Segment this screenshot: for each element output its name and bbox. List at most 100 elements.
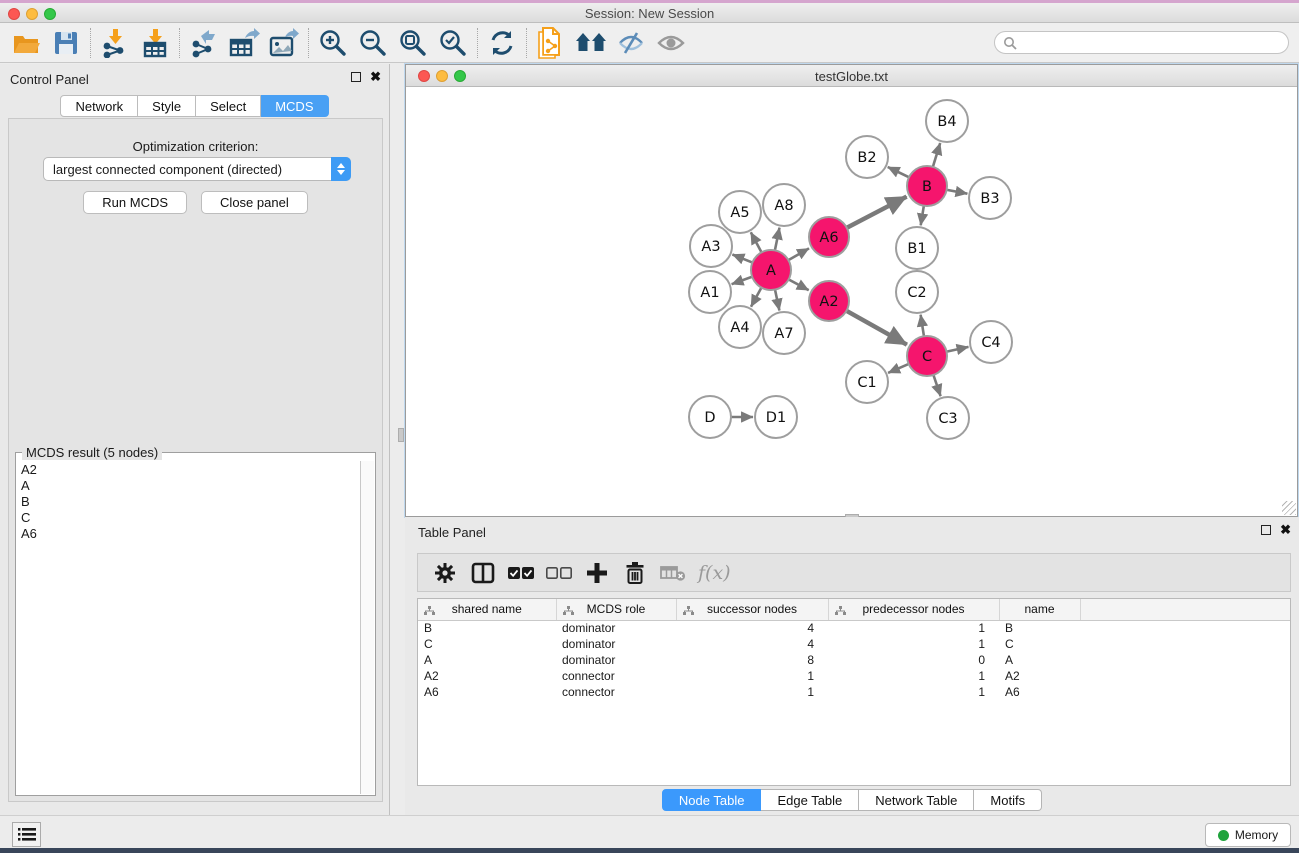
graph-edge-A-A2[interactable]	[788, 279, 809, 290]
application-window: Session: New Session	[0, 0, 1299, 853]
table-row[interactable]: A2connector11A2	[418, 668, 1290, 684]
toolbar-separator	[477, 28, 478, 58]
optimization-criterion-value: largest connected component (directed)	[44, 162, 331, 177]
graph-edge-B-B1[interactable]	[921, 205, 924, 226]
graph-edge-A-A7[interactable]	[775, 289, 780, 311]
open-file-icon[interactable]	[6, 25, 46, 61]
search-input[interactable]	[1017, 34, 1288, 52]
graph-edge-C-C4[interactable]	[946, 347, 969, 352]
delete-column-icon[interactable]	[616, 556, 654, 590]
network-overview-icon[interactable]	[571, 25, 611, 61]
control-panel-title: Control Panel	[10, 72, 89, 87]
attribute-icon	[424, 605, 435, 619]
graph-edge-B-B4[interactable]	[933, 143, 941, 168]
tab-motifs[interactable]: Motifs	[974, 789, 1042, 811]
graph-edge-A-A8[interactable]	[775, 228, 780, 252]
float-table-panel-icon[interactable]	[1261, 525, 1271, 535]
column-header-predecessor-nodes[interactable]: predecessor nodes	[828, 599, 999, 620]
table-row[interactable]: A6connector11A6	[418, 684, 1290, 700]
zoom-in-icon[interactable]	[313, 25, 353, 61]
show-graphics-details-icon[interactable]	[651, 25, 691, 61]
import-network-icon[interactable]	[95, 25, 135, 61]
tab-select[interactable]: Select	[196, 95, 261, 117]
tab-edge-table[interactable]: Edge Table	[761, 789, 859, 811]
graph-edge-B-B2[interactable]	[888, 167, 910, 178]
graph-edge-A-A4[interactable]	[751, 287, 762, 307]
graph-edge-A-A6[interactable]	[788, 248, 810, 260]
save-icon[interactable]	[46, 25, 86, 61]
zoom-out-icon[interactable]	[353, 25, 393, 61]
tab-mcds[interactable]: MCDS	[261, 95, 328, 117]
export-table-icon[interactable]	[224, 25, 264, 61]
table-header-row[interactable]: shared name MCDS role successor nodes pr…	[418, 599, 1290, 620]
network-window-title: testGlobe.txt	[406, 69, 1297, 84]
graph-edge-A-A1[interactable]	[732, 276, 754, 284]
graph-edge-C-C1[interactable]	[888, 364, 910, 373]
window-resize-grip[interactable]	[1282, 501, 1296, 515]
column-header-successor-nodes[interactable]: successor nodes	[676, 599, 828, 620]
desktop-edge	[0, 848, 1299, 853]
close-panel-icon[interactable]: ✖	[370, 72, 381, 82]
float-panel-icon[interactable]	[351, 72, 361, 82]
graph-edge-A-A5[interactable]	[751, 232, 762, 253]
column-visibility-icon[interactable]	[464, 556, 502, 590]
close-table-panel-icon[interactable]: ✖	[1280, 525, 1291, 535]
zoom-selected-icon[interactable]	[433, 25, 473, 61]
tab-node-table[interactable]: Node Table	[662, 789, 762, 811]
export-network-icon[interactable]	[184, 25, 224, 61]
result-item[interactable]: C	[17, 509, 360, 525]
graph-node-label-A7: A7	[774, 326, 793, 342]
select-all-checkboxes-icon[interactable]	[502, 556, 540, 590]
deselect-all-checkboxes-icon[interactable]	[540, 556, 578, 590]
zoom-fit-icon[interactable]	[393, 25, 433, 61]
optimization-criterion-label: Optimization criterion:	[9, 139, 382, 154]
network-window-titlebar[interactable]: testGlobe.txt	[406, 65, 1297, 87]
add-column-icon[interactable]	[578, 556, 616, 590]
graph-node-label-B3: B3	[980, 191, 999, 207]
graph-edge-C-C3[interactable]	[933, 374, 941, 396]
mcds-result-box: MCDS result (5 nodes) A2ABCA6	[15, 452, 376, 796]
tab-network[interactable]: Network	[60, 95, 138, 117]
canvas-vertical-scroll-indicator[interactable]	[398, 428, 404, 442]
tab-network-table[interactable]: Network Table	[859, 789, 974, 811]
graph-edge-A-A3[interactable]	[732, 255, 753, 263]
column-header-mcds-role[interactable]: MCDS role	[556, 599, 676, 620]
column-header-name[interactable]: name	[999, 599, 1080, 620]
export-image-icon[interactable]	[264, 25, 304, 61]
toolbar-separator	[179, 28, 180, 58]
main-titlebar[interactable]: Session: New Session	[0, 3, 1299, 23]
graph-node-label-A1: A1	[700, 285, 719, 301]
refresh-layout-icon[interactable]	[482, 25, 522, 61]
node-table-body: Bdominator41BCdominator41CAdominator80AA…	[418, 620, 1290, 700]
mcds-panel: Optimization criterion: largest connecte…	[8, 118, 383, 802]
memory-button[interactable]: Memory	[1205, 823, 1291, 847]
network-canvas-svg: B4B2BB3A8A5A6A3B1AA1C2A2A4A7C4CC1C3DD1	[406, 87, 1297, 516]
table-row[interactable]: Cdominator41C	[418, 636, 1290, 652]
table-row[interactable]: Bdominator41B	[418, 620, 1290, 636]
search-field[interactable]	[994, 31, 1289, 54]
table-toolbar: f(x)	[417, 553, 1291, 592]
task-history-button[interactable]	[12, 822, 41, 847]
graph-edge-A2-C[interactable]	[846, 310, 907, 344]
import-table-icon[interactable]	[135, 25, 175, 61]
tab-style[interactable]: Style	[138, 95, 196, 117]
table-row[interactable]: Adominator80A	[418, 652, 1290, 668]
hide-graphics-details-icon[interactable]	[611, 25, 651, 61]
result-item[interactable]: A2	[17, 461, 360, 477]
result-item[interactable]: A	[17, 477, 360, 493]
result-item[interactable]: A6	[17, 525, 360, 541]
result-item[interactable]: B	[17, 493, 360, 509]
new-network-from-file-icon[interactable]	[531, 25, 571, 61]
graph-edge-B-B3[interactable]	[946, 190, 968, 194]
close-panel-button[interactable]: Close panel	[201, 191, 308, 214]
network-canvas[interactable]: B4B2BB3A8A5A6A3B1AA1C2A2A4A7C4CC1C3DD1	[406, 87, 1297, 516]
run-mcds-button[interactable]: Run MCDS	[83, 191, 187, 214]
table-panel-title: Table Panel	[418, 525, 486, 540]
column-header-shared-name[interactable]: shared name	[418, 599, 556, 620]
mcds-result-scrollbar[interactable]	[360, 461, 374, 794]
graph-edge-C-C2[interactable]	[921, 315, 925, 338]
optimization-criterion-select[interactable]: largest connected component (directed)	[43, 157, 351, 181]
graph-edge-A6-B[interactable]	[846, 197, 907, 229]
settings-gear-icon[interactable]	[426, 556, 464, 590]
graph-node-label-C4: C4	[981, 335, 1000, 351]
